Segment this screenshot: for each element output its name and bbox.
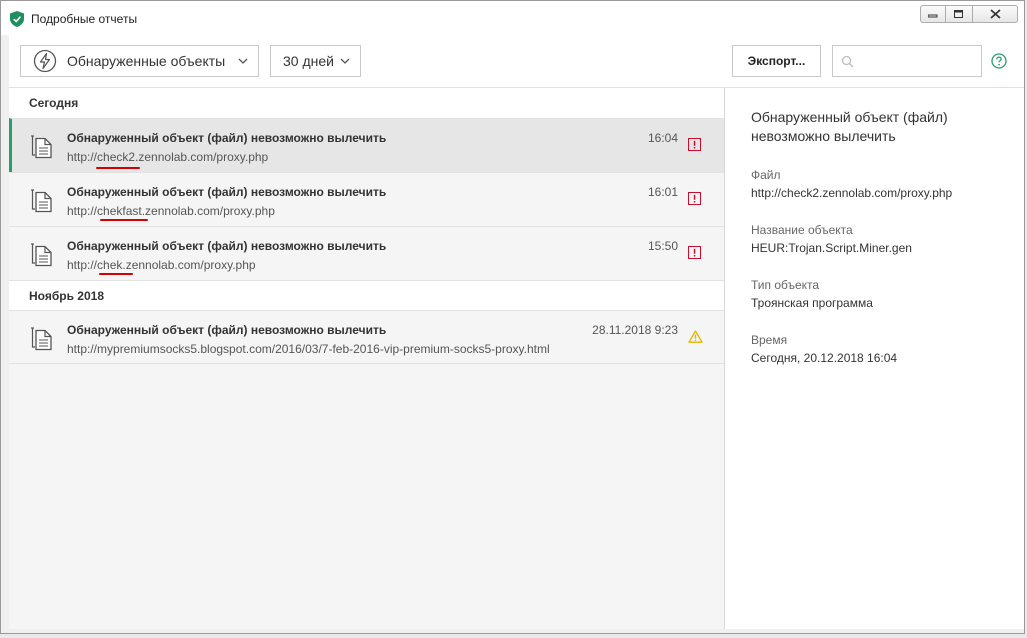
event-title: Обнаруженный объект (файл) невозможно вы… <box>67 131 387 145</box>
minimize-button[interactable] <box>920 5 946 23</box>
details-time-label: Время <box>751 333 788 347</box>
document-icon <box>31 327 52 351</box>
details-title: Обнаруженный объект (файл) невозможно вы… <box>751 109 948 144</box>
search-box[interactable] <box>832 45 982 77</box>
event-url: http://chek.zennolab.com/proxy.php <box>67 258 256 272</box>
annotation-underline <box>100 219 148 221</box>
warning-icon <box>688 330 703 343</box>
details-object-name-label: Название объекта <box>751 223 853 237</box>
danger-icon <box>688 192 701 205</box>
window-title: Подробные отчеты <box>31 12 138 26</box>
chevron-down-icon <box>238 58 248 64</box>
event-title: Обнаруженный объект (файл) невозможно вы… <box>67 239 387 253</box>
lightning-circle-icon <box>33 49 57 73</box>
details-file-label: Файл <box>751 168 781 182</box>
details-panel: Обнаруженный объект (файл) невозможно вы… <box>725 88 1024 629</box>
export-button[interactable]: Экспорт... <box>732 45 821 77</box>
document-icon <box>31 135 52 159</box>
event-title: Обнаруженный объект (файл) невозможно вы… <box>67 185 387 199</box>
event-title: Обнаруженный объект (файл) невозможно вы… <box>67 323 387 337</box>
event-time: 16:01 <box>647 185 678 199</box>
group-header-november: Ноябрь 2018 <box>9 280 724 310</box>
title-bar[interactable]: Подробные отчеты <box>1 1 1024 35</box>
event-row[interactable]: Обнаруженный объект (файл) невозможно вы… <box>9 172 724 226</box>
annotation-underline <box>99 273 133 275</box>
close-icon <box>989 9 1001 19</box>
toolbar: Обнаруженные объекты 30 дней Экспорт... <box>9 35 1024 87</box>
details-file: Файл http://check2.zennolab.com/proxy.ph… <box>751 168 1011 200</box>
chevron-down-icon <box>340 58 350 64</box>
document-icon <box>31 243 52 267</box>
kaspersky-shield-icon <box>10 11 24 27</box>
event-row[interactable]: Обнаруженный объект (файл) невозможно вы… <box>9 118 724 172</box>
event-url: http://chekfast.zennolab.com/proxy.php <box>67 204 275 218</box>
category-dropdown[interactable]: Обнаруженные объекты <box>20 45 259 77</box>
maximize-icon <box>954 9 963 18</box>
window-controls <box>920 5 1018 25</box>
details-time-value: Сегодня, 20.12.2018 16:04 <box>751 351 898 365</box>
content-area: Сегодня Обнаруженный объект (файл) невоз… <box>9 87 1024 629</box>
details-object-name-value: HEUR:Trojan.Script.Miner.gen <box>751 241 912 255</box>
period-dropdown-label: 30 дней <box>283 53 334 69</box>
event-time: 16:04 <box>647 131 678 145</box>
details-file-value: http://check2.zennolab.com/proxy.php <box>751 186 953 200</box>
details-object-name: Название объекта HEUR:Trojan.Script.Mine… <box>751 223 1011 255</box>
danger-icon <box>688 138 701 151</box>
category-dropdown-label: Обнаруженные объекты <box>67 53 226 69</box>
event-list: Сегодня Обнаруженный объект (файл) невоз… <box>9 88 725 629</box>
event-row[interactable]: Обнаруженный объект (файл) невозможно вы… <box>9 226 724 280</box>
details-object-type-label: Тип объекта <box>751 278 820 292</box>
details-time: Время Сегодня, 20.12.2018 16:04 <box>751 333 1011 365</box>
annotation-underline <box>96 167 140 169</box>
event-url: http://mypremiumsocks5.blogspot.com/2016… <box>67 342 550 356</box>
period-dropdown[interactable]: 30 дней <box>270 45 361 77</box>
event-row[interactable]: Обнаруженный объект (файл) невозможно вы… <box>9 310 724 364</box>
search-input[interactable] <box>859 52 981 72</box>
search-icon <box>841 55 854 68</box>
document-icon <box>31 189 52 213</box>
reports-window: Подробные отчеты Обнаруженные объекты 30… <box>0 0 1025 634</box>
danger-icon <box>688 246 701 259</box>
maximize-button[interactable] <box>946 5 972 23</box>
event-time: 15:50 <box>647 239 678 253</box>
group-header-today: Сегодня <box>9 88 724 118</box>
event-url: http://check2.zennolab.com/proxy.php <box>67 150 269 164</box>
event-time: 28.11.2018 9:23 <box>592 323 678 337</box>
details-object-type-value: Троянская программа <box>751 296 873 310</box>
minimize-icon <box>928 14 938 18</box>
details-object-type: Тип объекта Троянская программа <box>751 278 1011 310</box>
help-icon[interactable] <box>991 53 1007 69</box>
close-button[interactable] <box>972 5 1018 23</box>
